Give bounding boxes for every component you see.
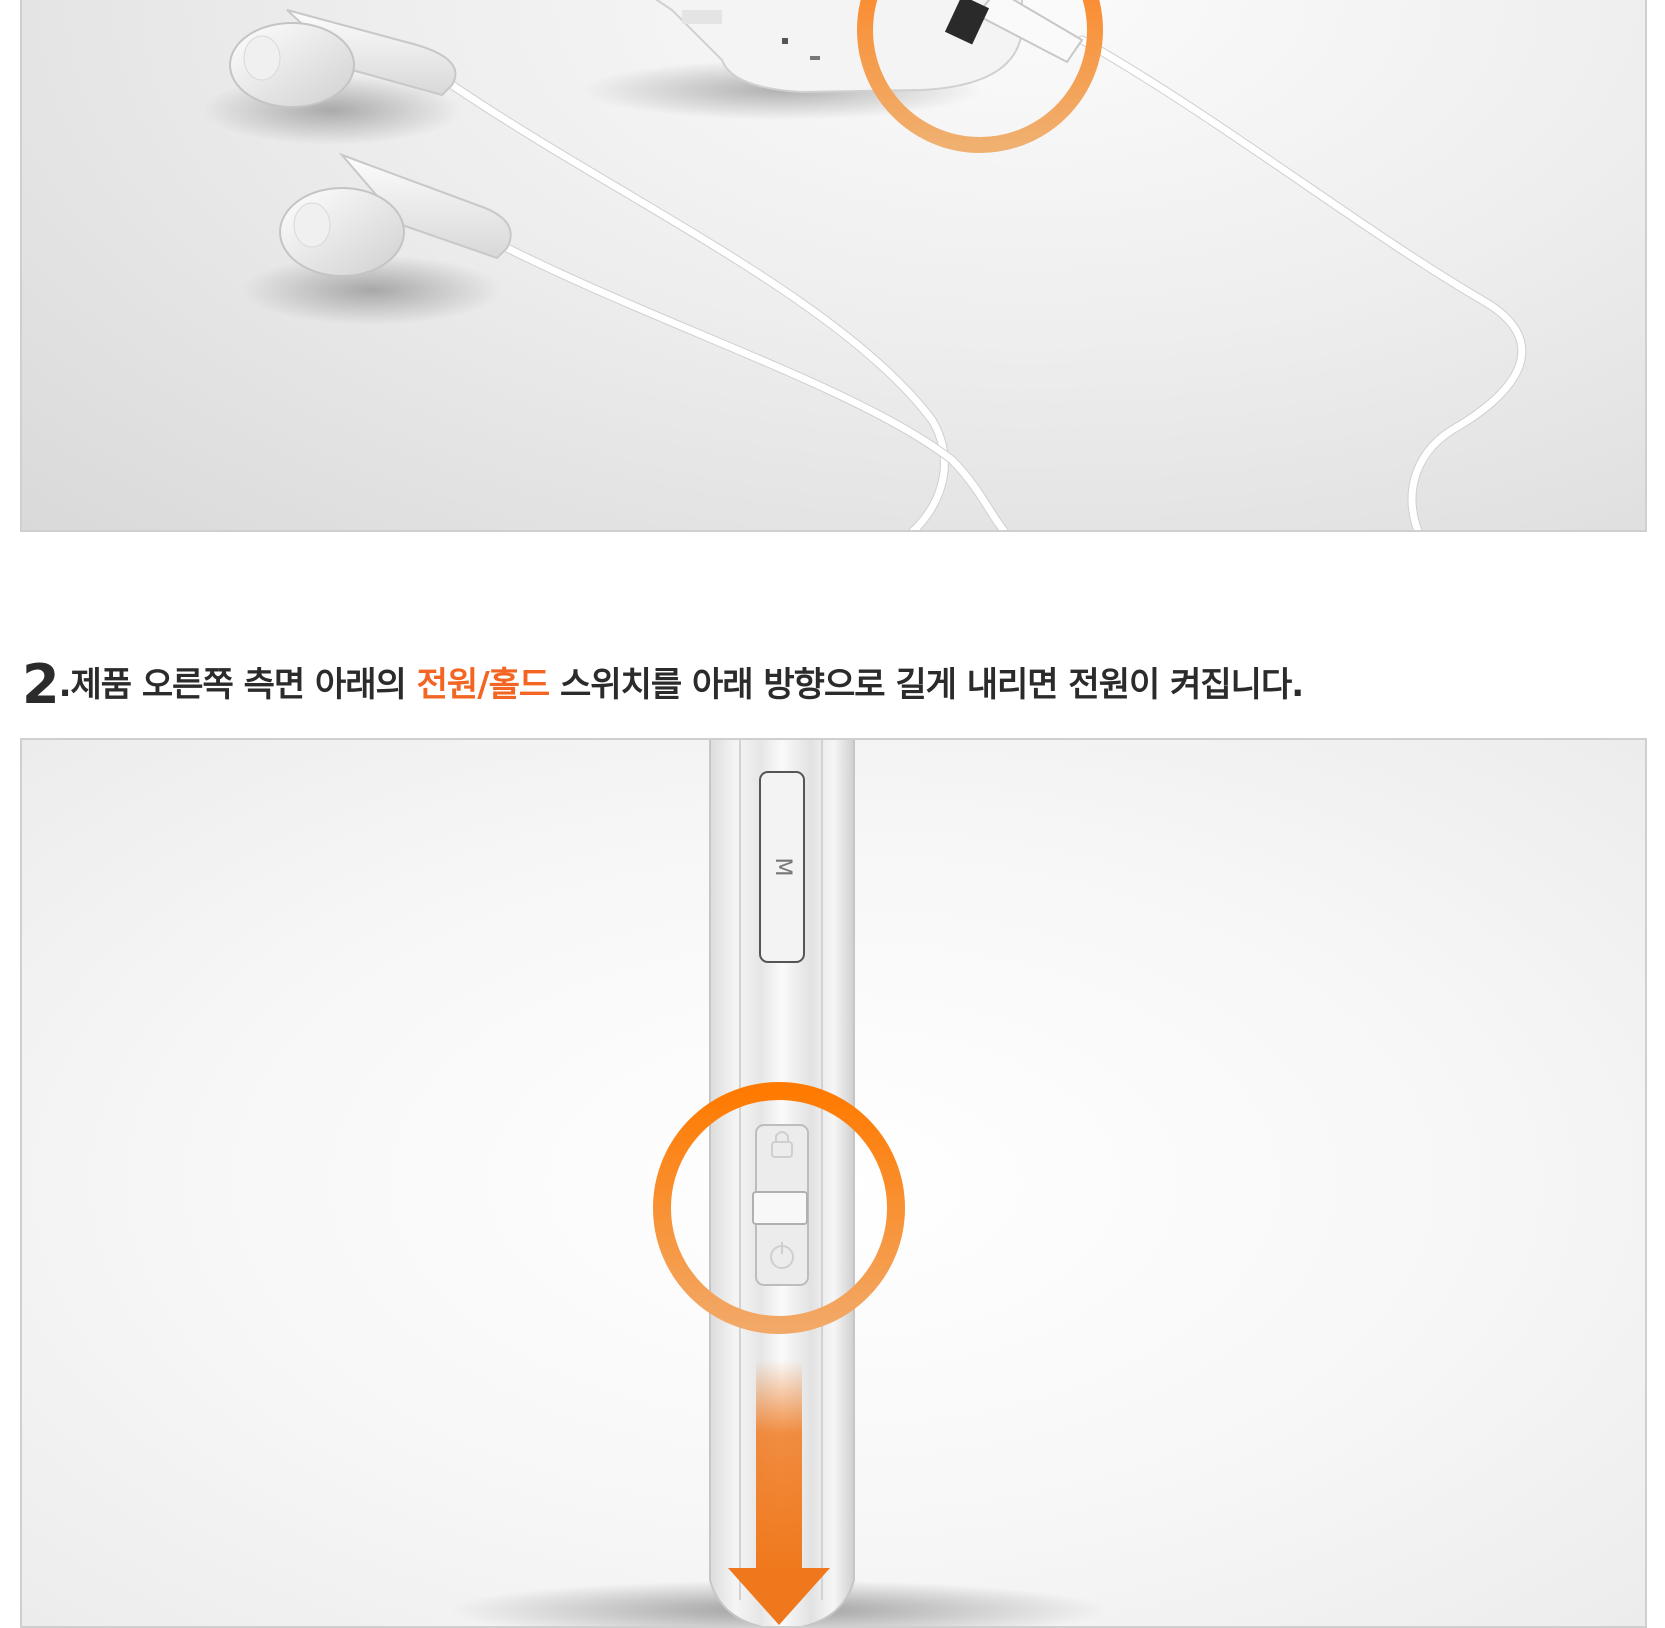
m-button-label: M <box>770 858 795 877</box>
power-hold-switch <box>752 1124 809 1286</box>
earphone-photo <box>202 0 1527 530</box>
step-text-highlight: 전원/홀드 <box>416 665 551 705</box>
step-text-before: 제품 오른쪽 측면 아래의 <box>70 665 417 705</box>
step-heading: 2.제품 오른쪽 측면 아래의 전원/홀드 스위치를 아래 방향으로 길게 내리… <box>22 653 1304 716</box>
step-number: 2 <box>22 653 60 716</box>
switch-slider <box>752 1191 808 1225</box>
earphone-cables <box>447 35 1527 530</box>
step-dot: . <box>58 665 72 705</box>
device-side-photo-panel: M <box>20 738 1647 1628</box>
device-side-photo: M <box>449 740 1109 1626</box>
earphone-photo-panel <box>20 0 1647 532</box>
step-text-after: 스위치를 아래 방향으로 길게 내리면 전원이 켜집니다. <box>549 665 1304 705</box>
m-button: M <box>759 771 805 963</box>
